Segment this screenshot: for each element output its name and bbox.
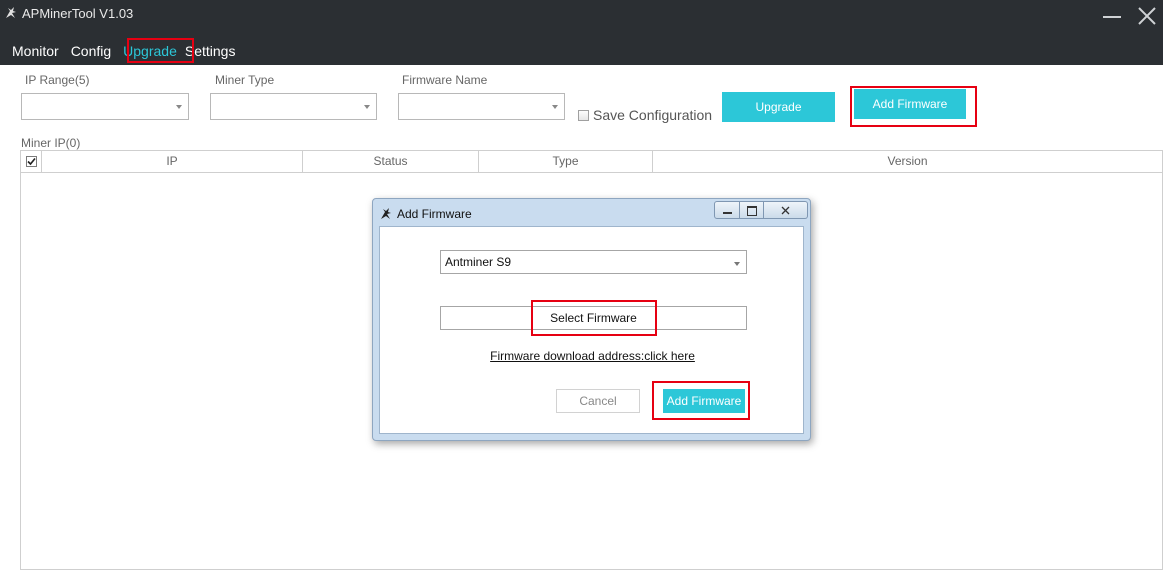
save-configuration-checkbox[interactable]: Save Configuration	[578, 107, 712, 123]
dialog-window-controls	[714, 201, 808, 219]
dialog-title: Add Firmware	[379, 206, 472, 222]
menu-item-settings[interactable]: Settings	[183, 41, 242, 61]
miner-model-value: Antminer S9	[445, 255, 512, 269]
save-configuration-label: Save Configuration	[593, 107, 713, 123]
chevron-down-icon	[552, 105, 558, 109]
miner-ip-count: Miner IP(0)	[21, 136, 81, 150]
column-header-ip[interactable]: IP	[42, 151, 303, 172]
miner-type-select[interactable]	[210, 93, 377, 120]
firmware-name-select[interactable]	[398, 93, 565, 120]
miner-model-select[interactable]: Antminer S9	[440, 250, 747, 274]
select-firmware-button[interactable]: Select Firmware	[440, 306, 747, 330]
close-icon[interactable]	[1136, 5, 1158, 27]
select-all-checkbox[interactable]	[26, 156, 37, 167]
column-header-type[interactable]: Type	[479, 151, 653, 172]
dialog-close-icon[interactable]	[764, 201, 808, 219]
checkmark-icon	[27, 157, 36, 166]
chevron-down-icon	[364, 105, 370, 109]
menu-item-monitor[interactable]: Monitor	[0, 41, 65, 61]
column-header-status[interactable]: Status	[303, 151, 479, 172]
firmware-download-link[interactable]: Firmware download address:click here	[380, 349, 805, 363]
miner-type-label: Miner Type	[215, 73, 275, 87]
upgrade-button[interactable]: Upgrade	[722, 92, 835, 122]
dialog-minimize-icon[interactable]	[714, 201, 740, 219]
column-header-version[interactable]: Version	[653, 151, 1162, 172]
dialog-title-text: Add Firmware	[397, 207, 472, 221]
select-column	[21, 151, 42, 172]
menu-item-config[interactable]: Config	[65, 41, 117, 61]
add-firmware-dialog: Add Firmware Antminer S9 Select Firmware…	[372, 198, 811, 441]
app-title: APMinerTool V1.03	[4, 4, 133, 22]
table-header: IP Status Type Version	[21, 151, 1162, 173]
minimize-icon[interactable]	[1101, 6, 1123, 28]
ip-range-label: IP Range(5)	[25, 73, 90, 87]
miner-logo-icon	[381, 208, 391, 219]
checkbox-box[interactable]	[578, 109, 589, 121]
cancel-button[interactable]: Cancel	[556, 389, 640, 413]
add-firmware-button[interactable]: Add Firmware	[854, 89, 966, 119]
main-menu: Monitor Config Upgrade Settings	[0, 40, 241, 62]
miner-logo-icon	[6, 7, 16, 18]
dialog-maximize-icon[interactable]	[740, 201, 764, 219]
ip-range-select[interactable]	[21, 93, 189, 120]
menu-item-upgrade[interactable]: Upgrade	[117, 41, 183, 61]
firmware-name-label: Firmware Name	[402, 73, 488, 87]
title-bar: APMinerTool V1.03 Monitor Config Upgrade…	[0, 0, 1163, 65]
chevron-down-icon	[734, 262, 740, 266]
app-title-text: APMinerTool V1.03	[22, 5, 134, 21]
dialog-body: Antminer S9 Select Firmware Firmware dow…	[379, 226, 804, 434]
chevron-down-icon	[176, 105, 182, 109]
dialog-add-firmware-button[interactable]: Add Firmware	[663, 389, 745, 413]
